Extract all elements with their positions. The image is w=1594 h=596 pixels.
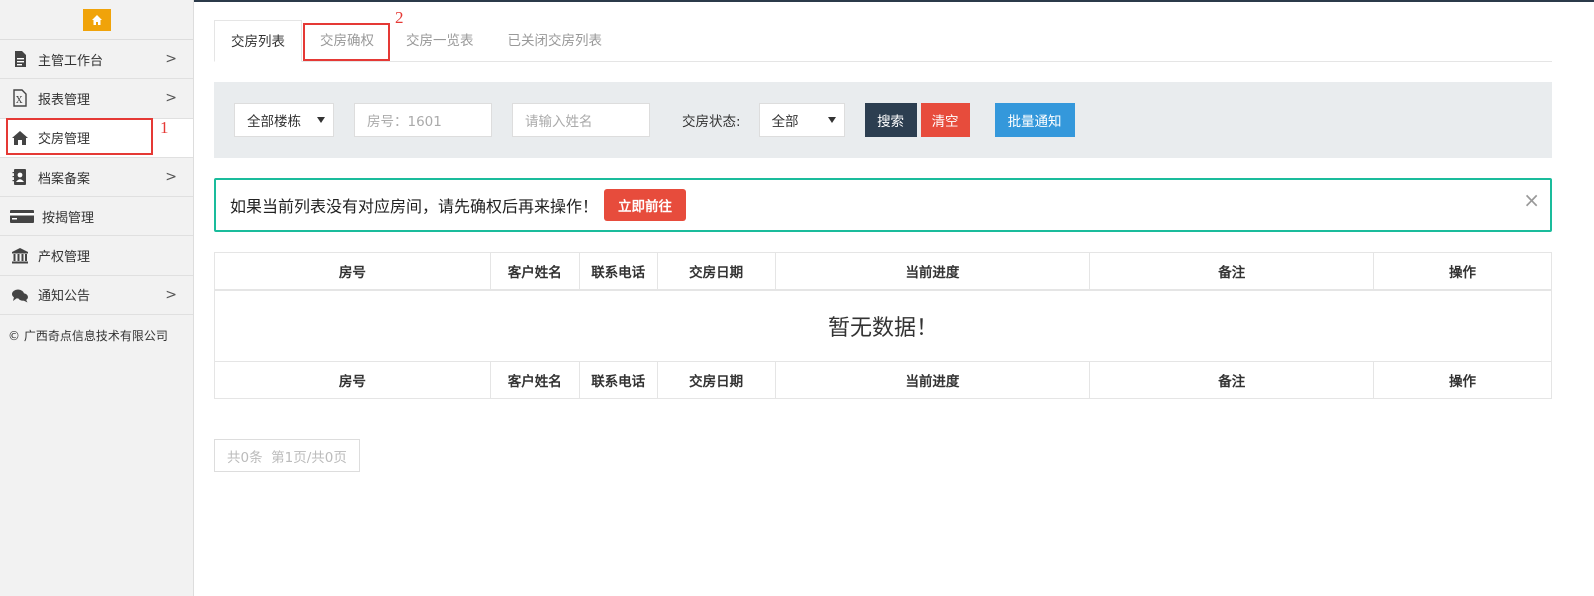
table-header-row: 房号 客户姓名 联系电话 交房日期 当前进度 备注 操作 — [214, 252, 1552, 291]
column-header: 房号 — [214, 252, 491, 291]
tab-closed-handover-list[interactable]: 已关闭交房列表 — [490, 20, 619, 62]
sidebar-item-dashboard[interactable]: 主管工作台 > — [0, 40, 193, 80]
sidebar-item-label: 产权管理 — [38, 250, 91, 266]
column-footer: 客户姓名 — [489, 361, 580, 399]
sidebar-item-mortgage[interactable]: 按揭管理 — [0, 197, 193, 237]
clear-button[interactable]: 清空 — [920, 103, 970, 137]
comments-icon — [10, 285, 30, 305]
svg-text:X: X — [16, 96, 23, 106]
column-footer: 联系电话 — [578, 361, 658, 399]
column-footer: 交房日期 — [656, 361, 776, 399]
sidebar-item-archive[interactable]: 档案备案 > — [0, 158, 193, 198]
tab-bar: 交房列表 交房确权 交房一览表 已关闭交房列表 — [214, 20, 1552, 62]
pagination-info: 共0条 第1页/共0页 — [214, 439, 360, 472]
column-header: 客户姓名 — [489, 252, 580, 291]
sidebar-item-label: 通知公告 — [38, 289, 91, 305]
go-now-button[interactable]: 立即前往 — [604, 189, 687, 221]
column-header: 当前进度 — [774, 252, 1091, 291]
batch-notify-button[interactable]: 批量通知 — [994, 103, 1075, 137]
bank-icon — [10, 246, 30, 266]
tab-handover-confirm[interactable]: 交房确权 — [302, 20, 390, 62]
alert-message: 如果当前列表没有对应房间，请先确权后再来操作！ — [230, 197, 599, 216]
column-header: 操作 — [1373, 252, 1552, 291]
main-content: 交房列表 交房确权 交房一览表 已关闭交房列表 全部楼栋 房号：1601 请输入… — [214, 20, 1552, 472]
search-button[interactable]: 搜索 — [864, 103, 917, 137]
sidebar-item-label: 档案备案 — [38, 171, 91, 187]
caret-down-icon — [317, 117, 325, 123]
filter-bar: 全部楼栋 房号：1601 请输入姓名 交房状态: 全部 搜索 清空 批量通知 — [214, 82, 1552, 158]
sidebar-item-label: 按揭管理 — [42, 210, 95, 226]
status-select[interactable]: 全部 — [758, 103, 845, 137]
annotation-box-1 — [6, 118, 153, 155]
home-bar — [0, 0, 193, 40]
contact-book-icon — [10, 167, 30, 187]
status-select-value: 全部 — [771, 114, 799, 130]
column-header: 备注 — [1089, 252, 1375, 291]
building-select-value: 全部楼栋 — [247, 114, 301, 130]
column-footer: 操作 — [1373, 361, 1552, 399]
column-header: 联系电话 — [578, 252, 658, 291]
home-button[interactable] — [82, 8, 111, 31]
annotation-number-1: 1 — [160, 118, 169, 137]
close-icon[interactable]: × — [1523, 188, 1540, 212]
chevron-right-icon: > — [165, 51, 177, 68]
building-select[interactable]: 全部楼栋 — [234, 103, 334, 137]
status-label: 交房状态: — [682, 114, 741, 130]
chevron-right-icon: > — [165, 286, 177, 303]
sidebar-item-property-rights[interactable]: 产权管理 — [0, 236, 193, 276]
tab-handover-list[interactable]: 交房列表 — [214, 20, 302, 62]
excel-icon: X — [10, 88, 30, 108]
table-row: 暂无数据！ — [214, 289, 1552, 362]
sidebar: 主管工作台 > X 报表管理 > 交房管理 档案备案 > 按揭管理 产权管理 通… — [0, 0, 194, 596]
chevron-right-icon: > — [165, 90, 177, 107]
home-icon — [91, 14, 102, 25]
table-footer-row: 房号 客户姓名 联系电话 交房日期 当前进度 备注 操作 — [214, 361, 1552, 399]
handover-table: 房号 客户姓名 联系电话 交房日期 当前进度 备注 操作 暂无数据！ 房号 客户… — [214, 252, 1552, 399]
info-alert: 如果当前列表没有对应房间，请先确权后再来操作！ 立即前往 × — [214, 178, 1552, 232]
name-input[interactable]: 请输入姓名 — [512, 103, 650, 137]
sidebar-item-label: 主管工作台 — [38, 53, 104, 69]
room-input[interactable]: 房号：1601 — [354, 103, 492, 137]
column-header: 交房日期 — [656, 252, 776, 291]
tab-handover-overview[interactable]: 交房一览表 — [390, 20, 490, 62]
caret-down-icon — [827, 117, 836, 123]
sidebar-item-reports[interactable]: X 报表管理 > — [0, 79, 193, 119]
column-footer: 当前进度 — [774, 361, 1091, 399]
copyright: © 广西奇点信息技术有限公司 — [8, 329, 168, 344]
credit-card-icon — [10, 206, 34, 226]
sidebar-item-label: 报表管理 — [38, 92, 91, 108]
chevron-right-icon: > — [165, 169, 177, 186]
empty-message: 暂无数据！ — [214, 289, 1552, 362]
file-icon — [10, 49, 30, 69]
top-accent-line — [0, 0, 1594, 2]
column-footer: 房号 — [214, 361, 491, 399]
column-footer: 备注 — [1089, 361, 1375, 399]
sidebar-item-notices[interactable]: 通知公告 > — [0, 276, 193, 316]
